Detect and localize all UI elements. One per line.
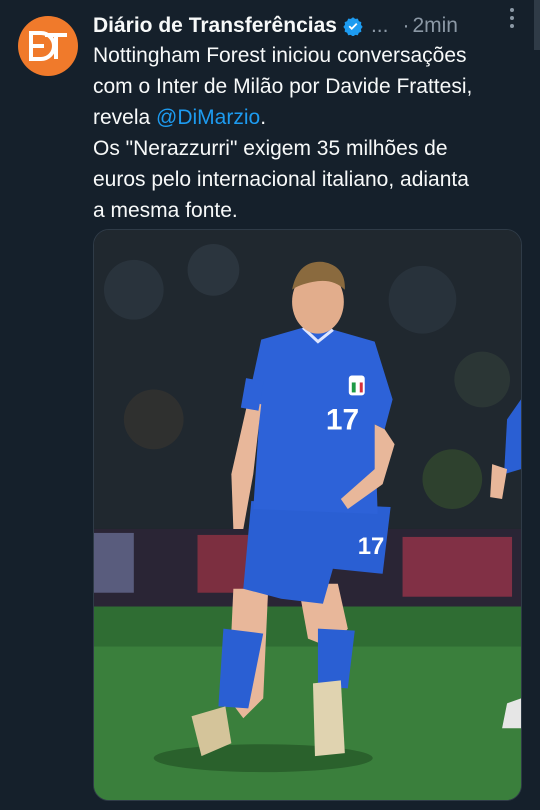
tweet-card[interactable]: Diário de Transferências ... · 2min Nott… xyxy=(0,0,540,810)
football-player-photo: 17 17 xyxy=(94,230,521,800)
timestamp[interactable]: 2min xyxy=(412,14,458,38)
text-line-3: revela @DiMarzio. xyxy=(93,102,533,133)
text-line-2: com o Inter de Milão por Davide Frattesi… xyxy=(93,75,473,98)
scrollbar[interactable] xyxy=(534,0,540,50)
tweet-media-image[interactable]: 17 17 xyxy=(93,229,522,801)
tweet-text: Nottingham Forest iniciou conversações c… xyxy=(93,40,533,226)
tweet-header: Diário de Transferências ... · 2min xyxy=(93,11,528,41)
text-line-6: a mesma fonte. xyxy=(93,199,238,222)
more-options-icon[interactable] xyxy=(502,6,522,30)
text-line-4: Os "Nerazzurri" exigem 35 milhões de xyxy=(93,137,448,160)
author-handle[interactable]: ... xyxy=(371,14,389,38)
separator-dot: · xyxy=(402,14,410,37)
text-line-1: Nottingham Forest iniciou conversações xyxy=(93,44,467,67)
mention-link[interactable]: @DiMarzio xyxy=(156,106,260,129)
author-name[interactable]: Diário de Transferências xyxy=(93,14,337,38)
shorts-number: 17 xyxy=(358,533,385,560)
dt-logo-icon xyxy=(29,31,67,61)
jersey-number: 17 xyxy=(326,403,359,436)
avatar[interactable] xyxy=(18,16,78,76)
text-period: . xyxy=(260,106,267,129)
verified-badge-icon xyxy=(343,17,363,36)
text-line-5: euros pelo internacional italiano, adian… xyxy=(93,168,469,191)
text-revela: revela xyxy=(93,106,157,129)
